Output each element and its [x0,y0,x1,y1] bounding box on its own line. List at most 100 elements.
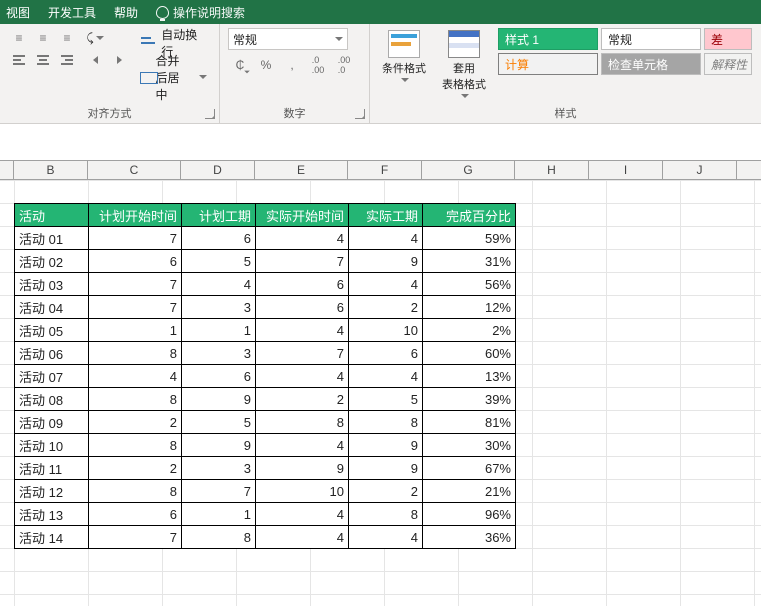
table-cell[interactable]: 6 [256,273,349,296]
table-cell[interactable]: 96% [423,503,516,526]
table-cell[interactable]: 6 [89,250,182,273]
cell-style-calculation[interactable]: 计算 [498,53,598,75]
cell-style-check[interactable]: 检查单元格 [601,53,701,75]
table-cell[interactable]: 活动 06 [15,342,89,365]
table-cell[interactable]: 7 [256,342,349,365]
table-cell[interactable]: 活动 03 [15,273,89,296]
table-cell[interactable]: 7 [89,526,182,549]
align-right-button[interactable] [56,50,78,70]
table-cell[interactable]: 4 [349,526,423,549]
table-cell[interactable]: 39% [423,388,516,411]
column-header-C[interactable]: C [88,161,181,179]
table-cell[interactable]: 活动 11 [15,457,89,480]
table-cell[interactable]: 4 [349,365,423,388]
table-cell[interactable]: 8 [89,342,182,365]
comma-format-button[interactable]: , [280,54,304,76]
table-cell[interactable]: 活动 14 [15,526,89,549]
table-cell[interactable]: 13% [423,365,516,388]
table-cell[interactable]: 7 [89,273,182,296]
table-cell[interactable]: 6 [89,503,182,526]
table-cell[interactable]: 8 [182,526,256,549]
table-cell[interactable]: 8 [89,434,182,457]
menu-help[interactable]: 帮助 [114,4,138,21]
table-cell[interactable]: 4 [182,273,256,296]
table-cell[interactable]: 2 [256,388,349,411]
table-cell[interactable]: 2 [349,296,423,319]
table-cell[interactable]: 9 [349,457,423,480]
table-cell[interactable]: 7 [89,227,182,250]
table-cell[interactable]: 3 [182,457,256,480]
decrease-decimal-button[interactable]: .00.0 [332,54,356,76]
table-cell[interactable]: 4 [256,526,349,549]
table-cell[interactable]: 9 [349,434,423,457]
table-header-cell[interactable]: 计划开始时间 [89,204,182,227]
table-cell[interactable]: 活动 02 [15,250,89,273]
cell-style-normal[interactable]: 常规 [601,28,701,50]
format-as-table-button[interactable]: 套用 表格格式 [438,28,490,100]
table-cell[interactable]: 9 [349,250,423,273]
column-header-G[interactable]: G [422,161,515,179]
table-cell[interactable]: 活动 10 [15,434,89,457]
merge-center-button[interactable]: 合并后居中 [136,62,211,92]
number-format-combo[interactable]: 常规 [228,28,348,50]
column-header-E[interactable]: E [255,161,348,179]
column-header-J[interactable]: J [663,161,737,179]
increase-indent-button[interactable] [108,50,130,70]
table-cell[interactable]: 5 [349,388,423,411]
align-center-button[interactable] [32,50,54,70]
column-header-H[interactable]: H [515,161,589,179]
menu-dev[interactable]: 开发工具 [48,4,96,21]
orientation-button[interactable]: ⤹ [84,28,106,48]
table-cell[interactable]: 活动 08 [15,388,89,411]
decrease-indent-button[interactable] [84,50,106,70]
table-cell[interactable]: 36% [423,526,516,549]
table-header-cell[interactable]: 活动 [15,204,89,227]
table-cell[interactable]: 3 [182,342,256,365]
table-cell[interactable]: 4 [349,273,423,296]
table-cell[interactable]: 8 [349,411,423,434]
table-cell[interactable]: 6 [256,296,349,319]
table-cell[interactable]: 2% [423,319,516,342]
menu-view[interactable]: 视图 [6,4,30,21]
table-cell[interactable]: 5 [182,411,256,434]
table-cell[interactable]: 2 [349,480,423,503]
table-cell[interactable]: 活动 09 [15,411,89,434]
table-cell[interactable]: 4 [256,365,349,388]
align-left-button[interactable] [8,50,30,70]
table-cell[interactable]: 1 [182,503,256,526]
table-cell[interactable]: 1 [89,319,182,342]
percent-format-button[interactable]: % [254,54,278,76]
column-header-B[interactable]: B [14,161,88,179]
table-cell[interactable]: 4 [256,319,349,342]
table-cell[interactable]: 4 [256,503,349,526]
table-cell[interactable]: 56% [423,273,516,296]
table-cell[interactable]: 4 [349,227,423,250]
table-cell[interactable]: 8 [256,411,349,434]
cell-style-style1[interactable]: 样式 1 [498,28,598,50]
table-cell[interactable]: 7 [89,296,182,319]
table-cell[interactable]: 31% [423,250,516,273]
tell-me-search[interactable]: 操作说明搜索 [156,4,245,21]
alignment-dialog-launcher[interactable] [205,109,215,119]
table-cell[interactable]: 活动 07 [15,365,89,388]
table-cell[interactable]: 6 [182,227,256,250]
table-cell[interactable]: 7 [182,480,256,503]
table-cell[interactable]: 30% [423,434,516,457]
cell-style-bad[interactable]: 差 [704,28,752,50]
align-top-button[interactable]: ≡ [8,28,30,48]
table-cell[interactable]: 9 [182,434,256,457]
table-header-cell[interactable]: 计划工期 [182,204,256,227]
table-cell[interactable]: 9 [256,457,349,480]
table-header-cell[interactable]: 实际开始时间 [256,204,349,227]
table-cell[interactable]: 活动 13 [15,503,89,526]
table-cell[interactable]: 12% [423,296,516,319]
table-header-cell[interactable]: 实际工期 [349,204,423,227]
table-cell[interactable]: 4 [256,434,349,457]
cell-style-explanatory[interactable]: 解释性 [704,53,752,75]
align-bottom-button[interactable]: ≡ [56,28,78,48]
column-header-D[interactable]: D [181,161,255,179]
column-header-F[interactable]: F [348,161,422,179]
table-cell[interactable]: 7 [256,250,349,273]
table-cell[interactable]: 5 [182,250,256,273]
accounting-format-button[interactable]: ₵ [228,54,252,76]
